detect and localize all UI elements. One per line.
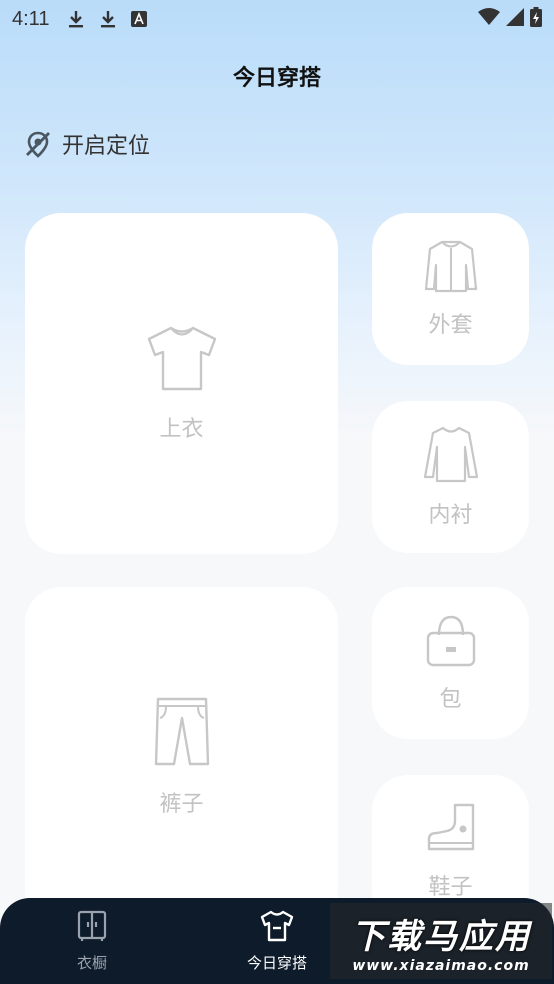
- card-jacket[interactable]: 外套: [372, 213, 529, 365]
- location-label: 开启定位: [62, 134, 151, 159]
- wifi-icon: [478, 7, 500, 31]
- location-toggle[interactable]: 开启定位: [24, 128, 150, 160]
- nav-item-wardrobe[interactable]: 衣橱: [0, 898, 184, 984]
- card-inner[interactable]: 内衬: [372, 401, 529, 553]
- boot-icon: [425, 801, 477, 859]
- watermark-logo: 下载马应用 www.xiazaimao.com: [330, 903, 552, 979]
- a-icon: [131, 11, 148, 27]
- card-top[interactable]: 上衣: [25, 213, 338, 554]
- card-pants-label: 裤子: [159, 792, 204, 817]
- download-icon: [67, 9, 85, 29]
- card-bag-label: 包: [439, 687, 462, 712]
- card-inner-label: 内衬: [428, 503, 473, 528]
- nav-label-wardrobe: 衣橱: [76, 953, 107, 972]
- nav-label-outfit: 今日穿搭: [246, 953, 307, 972]
- pants-icon: [152, 696, 212, 772]
- outfit-icon: [260, 910, 294, 946]
- watermark-sub: www.xiazaimao.com: [352, 957, 530, 974]
- status-bar: 4:11: [0, 0, 554, 38]
- card-top-label: 上衣: [159, 416, 204, 442]
- download-icon: [99, 9, 117, 29]
- longsleeve-icon: [423, 425, 479, 487]
- bag-icon: [425, 613, 477, 671]
- page-title: 今日穿搭: [232, 66, 321, 91]
- card-shoes-label: 鞋子: [428, 875, 473, 900]
- wardrobe-icon: [77, 910, 107, 946]
- jacket-icon: [424, 239, 478, 297]
- card-jacket-label: 外套: [428, 313, 473, 338]
- watermark-main: 下载马应用: [351, 916, 531, 957]
- status-time: 4:11: [12, 7, 50, 30]
- location-off-icon: [24, 130, 52, 158]
- card-bag[interactable]: 包: [372, 587, 529, 739]
- battery-icon: [530, 6, 542, 32]
- tshirt-icon: [145, 325, 219, 397]
- status-right: [478, 6, 542, 32]
- card-pants[interactable]: 裤子: [25, 587, 338, 927]
- signal-icon: [506, 7, 524, 31]
